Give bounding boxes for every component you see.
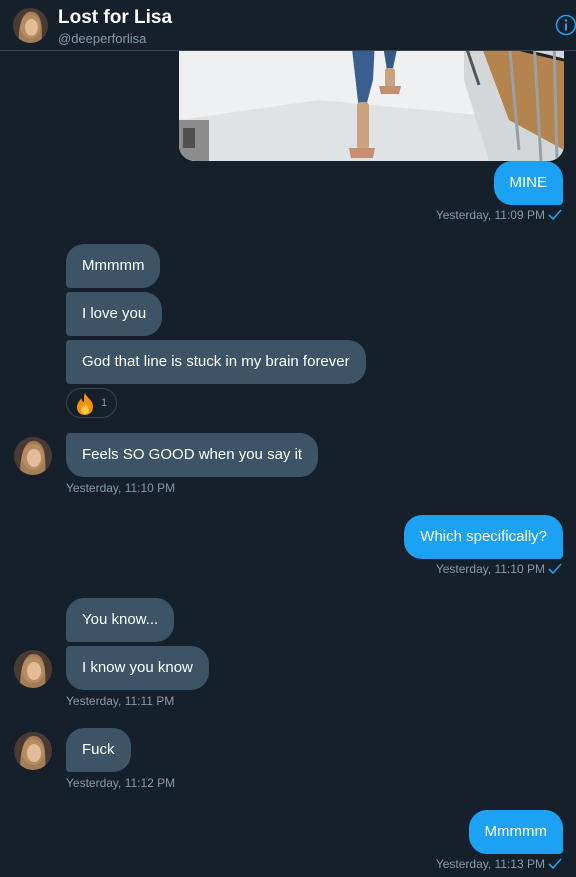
shared-photo[interactable] — [179, 40, 564, 161]
message-bubble-incoming[interactable]: I know you know — [66, 646, 209, 690]
message-timestamp: Yesterday, 11:12 PM — [66, 776, 176, 790]
message-bubble-outgoing[interactable]: Which specifically? — [404, 515, 563, 559]
fire-emoji-icon — [77, 393, 93, 415]
message-bubble-incoming[interactable]: Fuck — [66, 728, 131, 772]
conversation-header: Lost for Lisa @deeperforlisa — [0, 0, 576, 51]
message-bubble-incoming[interactable]: You know... — [66, 598, 175, 642]
message-bubble-outgoing[interactable]: MINE — [493, 161, 563, 205]
message-bubble-incoming[interactable]: Mmmmm — [66, 244, 161, 288]
message-timestamp: Yesterday, 11:10 PM — [66, 481, 176, 495]
avatar[interactable] — [13, 8, 48, 43]
message-timestamp: Yesterday, 11:09 PM — [436, 208, 562, 222]
message-timestamp: Yesterday, 11:11 PM — [66, 694, 175, 708]
read-check-icon — [548, 563, 562, 574]
conversation-handle: @deeperforlisa — [58, 31, 147, 46]
info-icon[interactable] — [555, 14, 576, 36]
conversation-title[interactable]: Lost for Lisa — [58, 7, 172, 29]
reaction-badge[interactable]: 1 — [66, 388, 117, 418]
avatar[interactable] — [14, 732, 52, 770]
read-check-icon — [548, 209, 562, 220]
message-bubble-incoming[interactable]: I love you — [66, 292, 163, 336]
avatar[interactable] — [14, 650, 52, 688]
message-bubble-outgoing[interactable]: Mmmmm — [468, 810, 563, 854]
avatar[interactable] — [14, 437, 52, 475]
read-check-icon — [548, 858, 562, 869]
message-timestamp: Yesterday, 11:10 PM — [436, 562, 562, 576]
message-bubble-incoming[interactable]: God that line is stuck in my brain forev… — [66, 340, 366, 384]
message-timestamp: Yesterday, 11:13 PM — [436, 857, 562, 871]
message-bubble-incoming[interactable]: Feels SO GOOD when you say it — [66, 433, 319, 477]
